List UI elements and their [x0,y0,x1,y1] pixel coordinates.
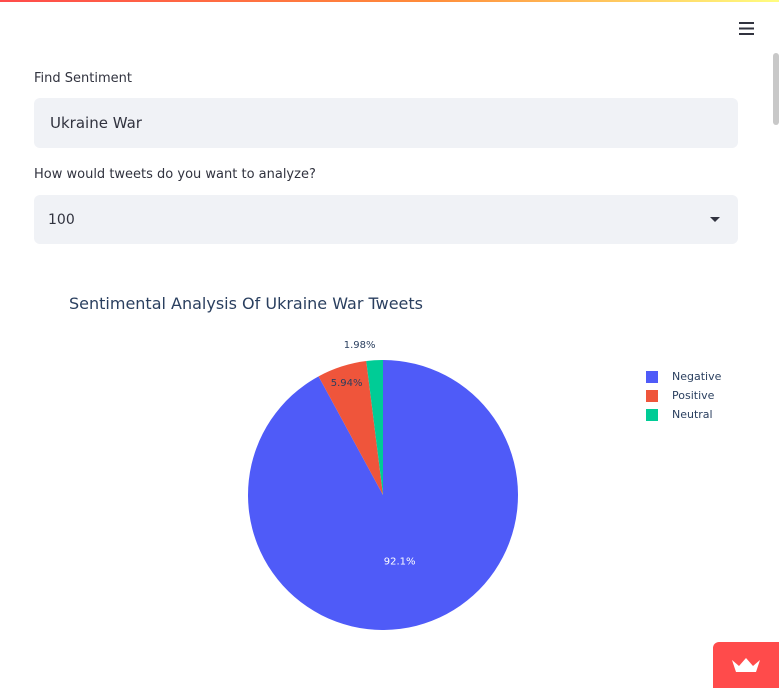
legend-label-positive: Positive [672,389,715,402]
streamlit-crown-icon [732,658,760,672]
pie-label-positive: 5.94% [331,378,363,389]
legend-swatch-negative [646,370,658,383]
pie-label-negative: 92.1% [384,556,416,567]
legend-label-negative: Negative [672,370,722,383]
pie-label-neutral: 1.98% [344,340,376,351]
chart-legend: Negative Positive Neutral [646,367,721,424]
legend-item-negative[interactable]: Negative [646,367,721,386]
legend-item-neutral[interactable]: Neutral [646,405,721,424]
legend-item-positive[interactable]: Positive [646,386,721,405]
pie-chart: 92.1% 5.94% 1.98% [248,340,518,630]
legend-swatch-neutral [646,408,658,421]
legend-swatch-positive [646,389,658,402]
streamlit-badge[interactable] [713,642,779,688]
legend-label-neutral: Neutral [672,408,713,421]
